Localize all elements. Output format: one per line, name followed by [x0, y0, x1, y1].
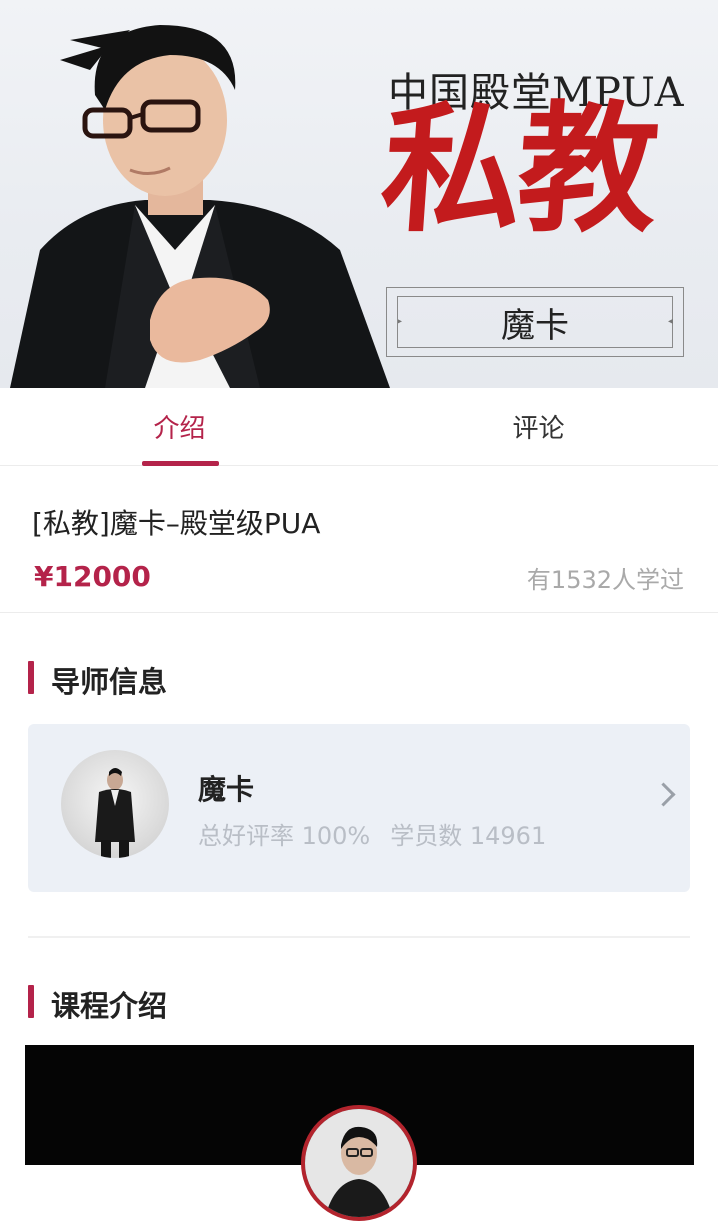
mentor-card[interactable]: 魔卡 总好评率 100% 学员数 14961 [28, 724, 690, 892]
coach-name: 魔卡 [397, 296, 673, 348]
tab-intro[interactable]: 介绍 [0, 388, 359, 465]
tab-comments[interactable]: 评论 [359, 388, 718, 465]
mentor-name: 魔卡 [198, 773, 255, 806]
mentor-avatar [61, 750, 169, 858]
intro-section-header: 课程介绍 [0, 983, 718, 1043]
course-title: [私教]魔卡–殿堂级PUA [32, 507, 321, 540]
intro-video[interactable] [25, 1045, 694, 1221]
mentor-section-header: 导师信息 [0, 659, 718, 719]
section-accent-bar [28, 985, 34, 1018]
arrow-left-icon: ◂ [667, 316, 673, 327]
video-avatar [301, 1105, 417, 1221]
section-accent-bar [28, 661, 34, 694]
coach-photo [10, 25, 390, 388]
mentor-rating: 总好评率 100% [198, 822, 371, 850]
intro-section-title: 课程介绍 [51, 989, 168, 1023]
mentor-section-title: 导师信息 [51, 665, 168, 699]
coach-name-plate: ▸ 魔卡 ◂ [386, 287, 684, 357]
chevron-right-icon[interactable] [651, 782, 676, 807]
course-banner: 中国殿堂MPUA 私教 ▸ 魔卡 ◂ [0, 0, 718, 388]
course-info: [私教]魔卡–殿堂级PUA ¥12000 有1532人学过 [0, 466, 718, 613]
learner-count: 有1532人学过 [526, 566, 684, 594]
tab-bar: 介绍 评论 [0, 388, 718, 466]
section-divider [28, 936, 690, 938]
course-price: ¥12000 [34, 560, 151, 593]
banner-title: 私教 [376, 88, 660, 252]
mentor-stats: 总好评率 100% 学员数 14961 [198, 816, 566, 851]
mentor-student-count: 学员数 14961 [390, 822, 547, 850]
